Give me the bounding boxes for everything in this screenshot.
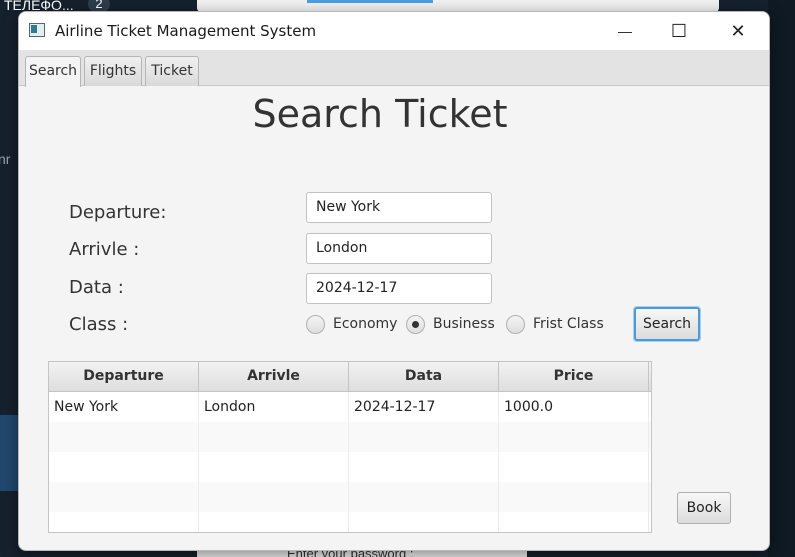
page-title: Search Ticket <box>252 92 508 136</box>
cell-price: 1000.0 <box>499 392 649 422</box>
tab-ticket[interactable]: Ticket <box>145 56 199 86</box>
title-bar[interactable]: Airline Ticket Management System — ☐ ✕ <box>19 12 769 50</box>
business-radio[interactable] <box>406 315 425 334</box>
economy-radio-label[interactable]: Economy <box>333 316 397 332</box>
table-header: Departure Arrivle Data Price <box>49 362 651 392</box>
first-class-radio-label[interactable]: Frist Class <box>533 316 604 332</box>
table-row-empty <box>49 422 651 452</box>
search-button[interactable]: Search <box>634 307 700 341</box>
cell-departure: New York <box>49 392 199 422</box>
economy-radio[interactable] <box>306 315 325 334</box>
background-right-edge <box>768 0 795 557</box>
arrival-label: Arrivle : <box>69 239 140 260</box>
results-table[interactable]: Departure Arrivle Data Price New York Lo… <box>48 361 652 533</box>
app-window: Airline Ticket Management System — ☐ ✕ S… <box>18 11 770 551</box>
class-label: Class : <box>69 314 129 335</box>
column-header-arrival[interactable]: Arrivle <box>199 362 349 391</box>
minimize-button[interactable]: — <box>602 12 648 50</box>
book-button[interactable]: Book <box>677 492 731 524</box>
tab-flights[interactable]: Flights <box>84 56 142 86</box>
cell-date: 2024-12-17 <box>349 392 499 422</box>
background-side-text: nr <box>0 151 11 167</box>
table-row[interactable]: New York London 2024-12-17 1000.0 <box>49 392 651 422</box>
departure-label: Departure: <box>69 202 167 223</box>
cell-arrival: London <box>199 392 349 422</box>
close-button[interactable]: ✕ <box>715 12 761 50</box>
first-class-radio[interactable] <box>506 315 525 334</box>
tab-bar: Search Flights Ticket <box>19 50 769 87</box>
maximize-button[interactable]: ☐ <box>656 12 702 50</box>
column-header-price[interactable]: Price <box>499 362 649 391</box>
table-row-empty <box>49 482 651 512</box>
background-band <box>0 415 18 491</box>
window-title: Airline Ticket Management System <box>55 22 317 40</box>
column-header-date[interactable]: Data <box>349 362 499 391</box>
date-input[interactable]: 2024-12-17 <box>306 273 492 304</box>
arrival-input[interactable]: London <box>306 233 492 264</box>
tab-search[interactable]: Search <box>25 56 81 87</box>
column-header-departure[interactable]: Departure <box>49 362 199 391</box>
table-row-empty <box>49 512 651 532</box>
app-icon <box>29 23 45 37</box>
departure-input[interactable]: New York <box>306 192 492 223</box>
business-radio-label[interactable]: Business <box>433 316 495 332</box>
date-label: Data : <box>69 277 124 298</box>
table-row-empty <box>49 452 651 482</box>
